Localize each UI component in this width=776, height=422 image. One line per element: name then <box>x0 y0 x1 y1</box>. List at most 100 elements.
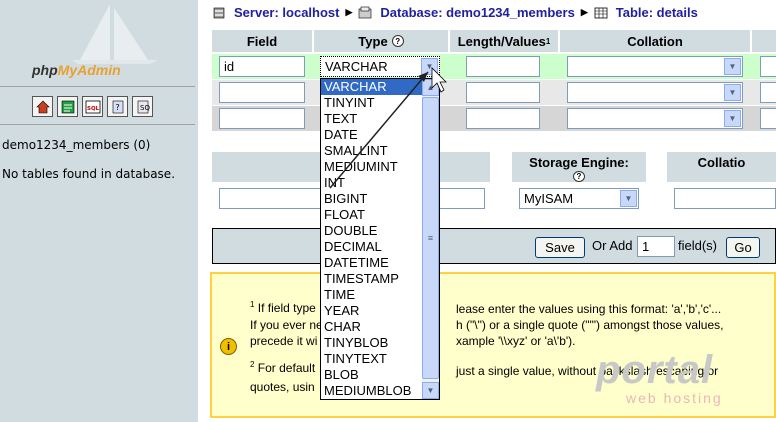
sidebar-toolbar: SQL ? SQ <box>32 96 153 117</box>
storage-engine-select[interactable]: MyISAM ▼ <box>519 188 639 209</box>
type-option-decimal[interactable]: DECIMAL <box>321 239 423 255</box>
note-1-marker: 1 <box>250 300 255 309</box>
phpmyadmin-sail-logo <box>72 4 158 64</box>
type-select[interactable]: VARCHAR ▼ <box>320 56 440 77</box>
type-help-icon[interactable]: ? <box>391 35 404 47</box>
type-option-mediumblob[interactable]: MEDIUMBLOB <box>321 383 423 399</box>
chevron-down-icon[interactable]: ▼ <box>421 58 438 75</box>
type-option-blob[interactable]: BLOB <box>321 367 423 383</box>
type-option-tinytext[interactable]: TINYTEXT <box>321 351 423 367</box>
type-option-date[interactable]: DATE <box>321 127 423 143</box>
scroll-up-icon[interactable]: ▲ <box>422 79 439 96</box>
type-option-float[interactable]: FLOAT <box>321 207 423 223</box>
database-icon <box>358 6 372 20</box>
note-2-line-2-start: quotes, usin <box>250 380 315 394</box>
help-icon[interactable]: SQ <box>132 96 153 117</box>
table-collation-header: Collatio <box>667 152 776 182</box>
type-option-tinyint[interactable]: TINYINT <box>321 95 423 111</box>
info-icon: i <box>220 338 237 355</box>
scroll-thumb[interactable]: ≡ <box>422 97 439 379</box>
empty-database-message: No tables found in database. <box>2 167 176 181</box>
phpmyadmin-logo[interactable]: phpMyAdmin <box>32 62 121 78</box>
attributes-select[interactable] <box>760 56 776 77</box>
column-header-type: Type? <box>314 30 448 52</box>
attributes-select[interactable] <box>760 108 776 129</box>
table-icon <box>594 6 608 20</box>
docs-icon[interactable]: ? <box>107 96 128 117</box>
chevron-down-icon[interactable]: ▼ <box>724 84 741 101</box>
note-1-line-1: 1 If field type <box>250 300 316 315</box>
watermark-tagline: web hosting <box>626 390 723 406</box>
note-1-line-1-start: If field type <box>257 301 316 315</box>
type-option-varchar[interactable]: VARCHAR <box>321 79 423 95</box>
left-sidebar: phpMyAdmin SQL ? SQ demo1234_members (0)… <box>0 0 198 422</box>
breadcrumb: Server: localhost ▶ Database: demo1234_m… <box>212 5 698 20</box>
attributes-select[interactable] <box>760 82 776 103</box>
svg-text:SQ: SQ <box>140 104 150 112</box>
svg-text:SQL: SQL <box>87 106 100 112</box>
dropdown-scrollbar[interactable]: ▲ ≡ ▼ <box>422 79 439 399</box>
type-option-bigint[interactable]: BIGINT <box>321 191 423 207</box>
server-icon <box>212 6 226 20</box>
type-option-tinyblob[interactable]: TINYBLOB <box>321 335 423 351</box>
type-header-label: Type <box>358 33 388 49</box>
type-dropdown-list[interactable]: VARCHAR TINYINT TEXT DATE SMALLINT MEDIUMINT I… <box>320 78 440 400</box>
divider <box>0 124 195 125</box>
type-option-timestamp[interactable]: TIMESTAMP <box>321 271 423 287</box>
type-option-double[interactable]: DOUBLE <box>321 223 423 239</box>
collation-select[interactable]: ▼ <box>567 56 743 77</box>
note-1-line-2-end: h ("\") or a single quote ("'") amongst … <box>456 318 724 332</box>
note-1-line-1-end: lease enter the values using this format… <box>456 302 722 316</box>
length-input[interactable] <box>466 108 540 129</box>
divider <box>0 86 195 87</box>
breadcrumb-database[interactable]: Database: demo1234_members <box>380 5 574 20</box>
length-header-label: Length/Values <box>457 33 546 49</box>
storage-engine-header: Storage Engine:? <box>512 152 646 182</box>
type-option-smallint[interactable]: SMALLINT <box>321 143 423 159</box>
column-header-more <box>752 30 776 52</box>
type-option-datetime[interactable]: DATETIME <box>321 255 423 271</box>
type-option-int[interactable]: INT <box>321 175 423 191</box>
svg-text:?: ? <box>115 103 119 112</box>
type-option-text[interactable]: TEXT <box>321 111 423 127</box>
watermark-brand: portal <box>596 348 714 392</box>
storage-engine-label: Storage Engine: <box>529 155 629 170</box>
breadcrumb-server[interactable]: Server: localhost <box>234 5 340 20</box>
length-input[interactable] <box>466 82 540 103</box>
storage-engine-value: MyISAM <box>524 191 574 206</box>
chevron-down-icon[interactable]: ▼ <box>620 190 637 207</box>
column-header-collation: Collation <box>560 30 750 52</box>
portal-watermark: portal web hosting <box>596 350 723 406</box>
field-name-input[interactable] <box>219 82 305 103</box>
breadcrumb-separator-icon: ▶ <box>345 7 353 17</box>
database-link[interactable]: demo1234_members (0) <box>2 138 150 152</box>
breadcrumb-table[interactable]: Table: details <box>616 5 698 20</box>
scroll-down-icon[interactable]: ▼ <box>422 382 439 399</box>
collation-select[interactable]: ▼ <box>567 108 743 129</box>
save-button[interactable]: Save <box>535 237 585 258</box>
note-1-line-3-start: precede it wi <box>250 334 318 348</box>
length-input[interactable] <box>466 56 540 77</box>
storage-engine-help-icon[interactable]: ? <box>573 171 585 182</box>
go-button[interactable]: Go <box>726 237 760 258</box>
type-option-time[interactable]: TIME <box>321 287 423 303</box>
note-2-marker: 2 <box>250 360 255 369</box>
column-header-length: Length/Values 1 <box>450 30 558 52</box>
home-icon[interactable] <box>32 96 53 117</box>
note-2-line-1-start: For default <box>257 361 316 375</box>
add-fields-count-input[interactable]: 1 <box>637 236 675 257</box>
chevron-down-icon[interactable]: ▼ <box>724 110 741 127</box>
table-collation-select[interactable] <box>674 188 776 209</box>
type-option-char[interactable]: CHAR <box>321 319 423 335</box>
sql-window-icon[interactable]: SQL <box>82 96 103 117</box>
field-name-input[interactable]: id <box>219 56 305 77</box>
type-option-year[interactable]: YEAR <box>321 303 423 319</box>
fields-label: field(s) <box>678 238 718 253</box>
collation-select[interactable]: ▼ <box>567 82 743 103</box>
chevron-down-icon[interactable]: ▼ <box>724 58 741 75</box>
type-select-value: VARCHAR <box>325 59 388 74</box>
type-option-mediumint[interactable]: MEDIUMINT <box>321 159 423 175</box>
sql-query-icon[interactable] <box>57 96 78 117</box>
or-add-label: Or Add <box>592 238 633 253</box>
field-name-input[interactable] <box>219 108 305 129</box>
